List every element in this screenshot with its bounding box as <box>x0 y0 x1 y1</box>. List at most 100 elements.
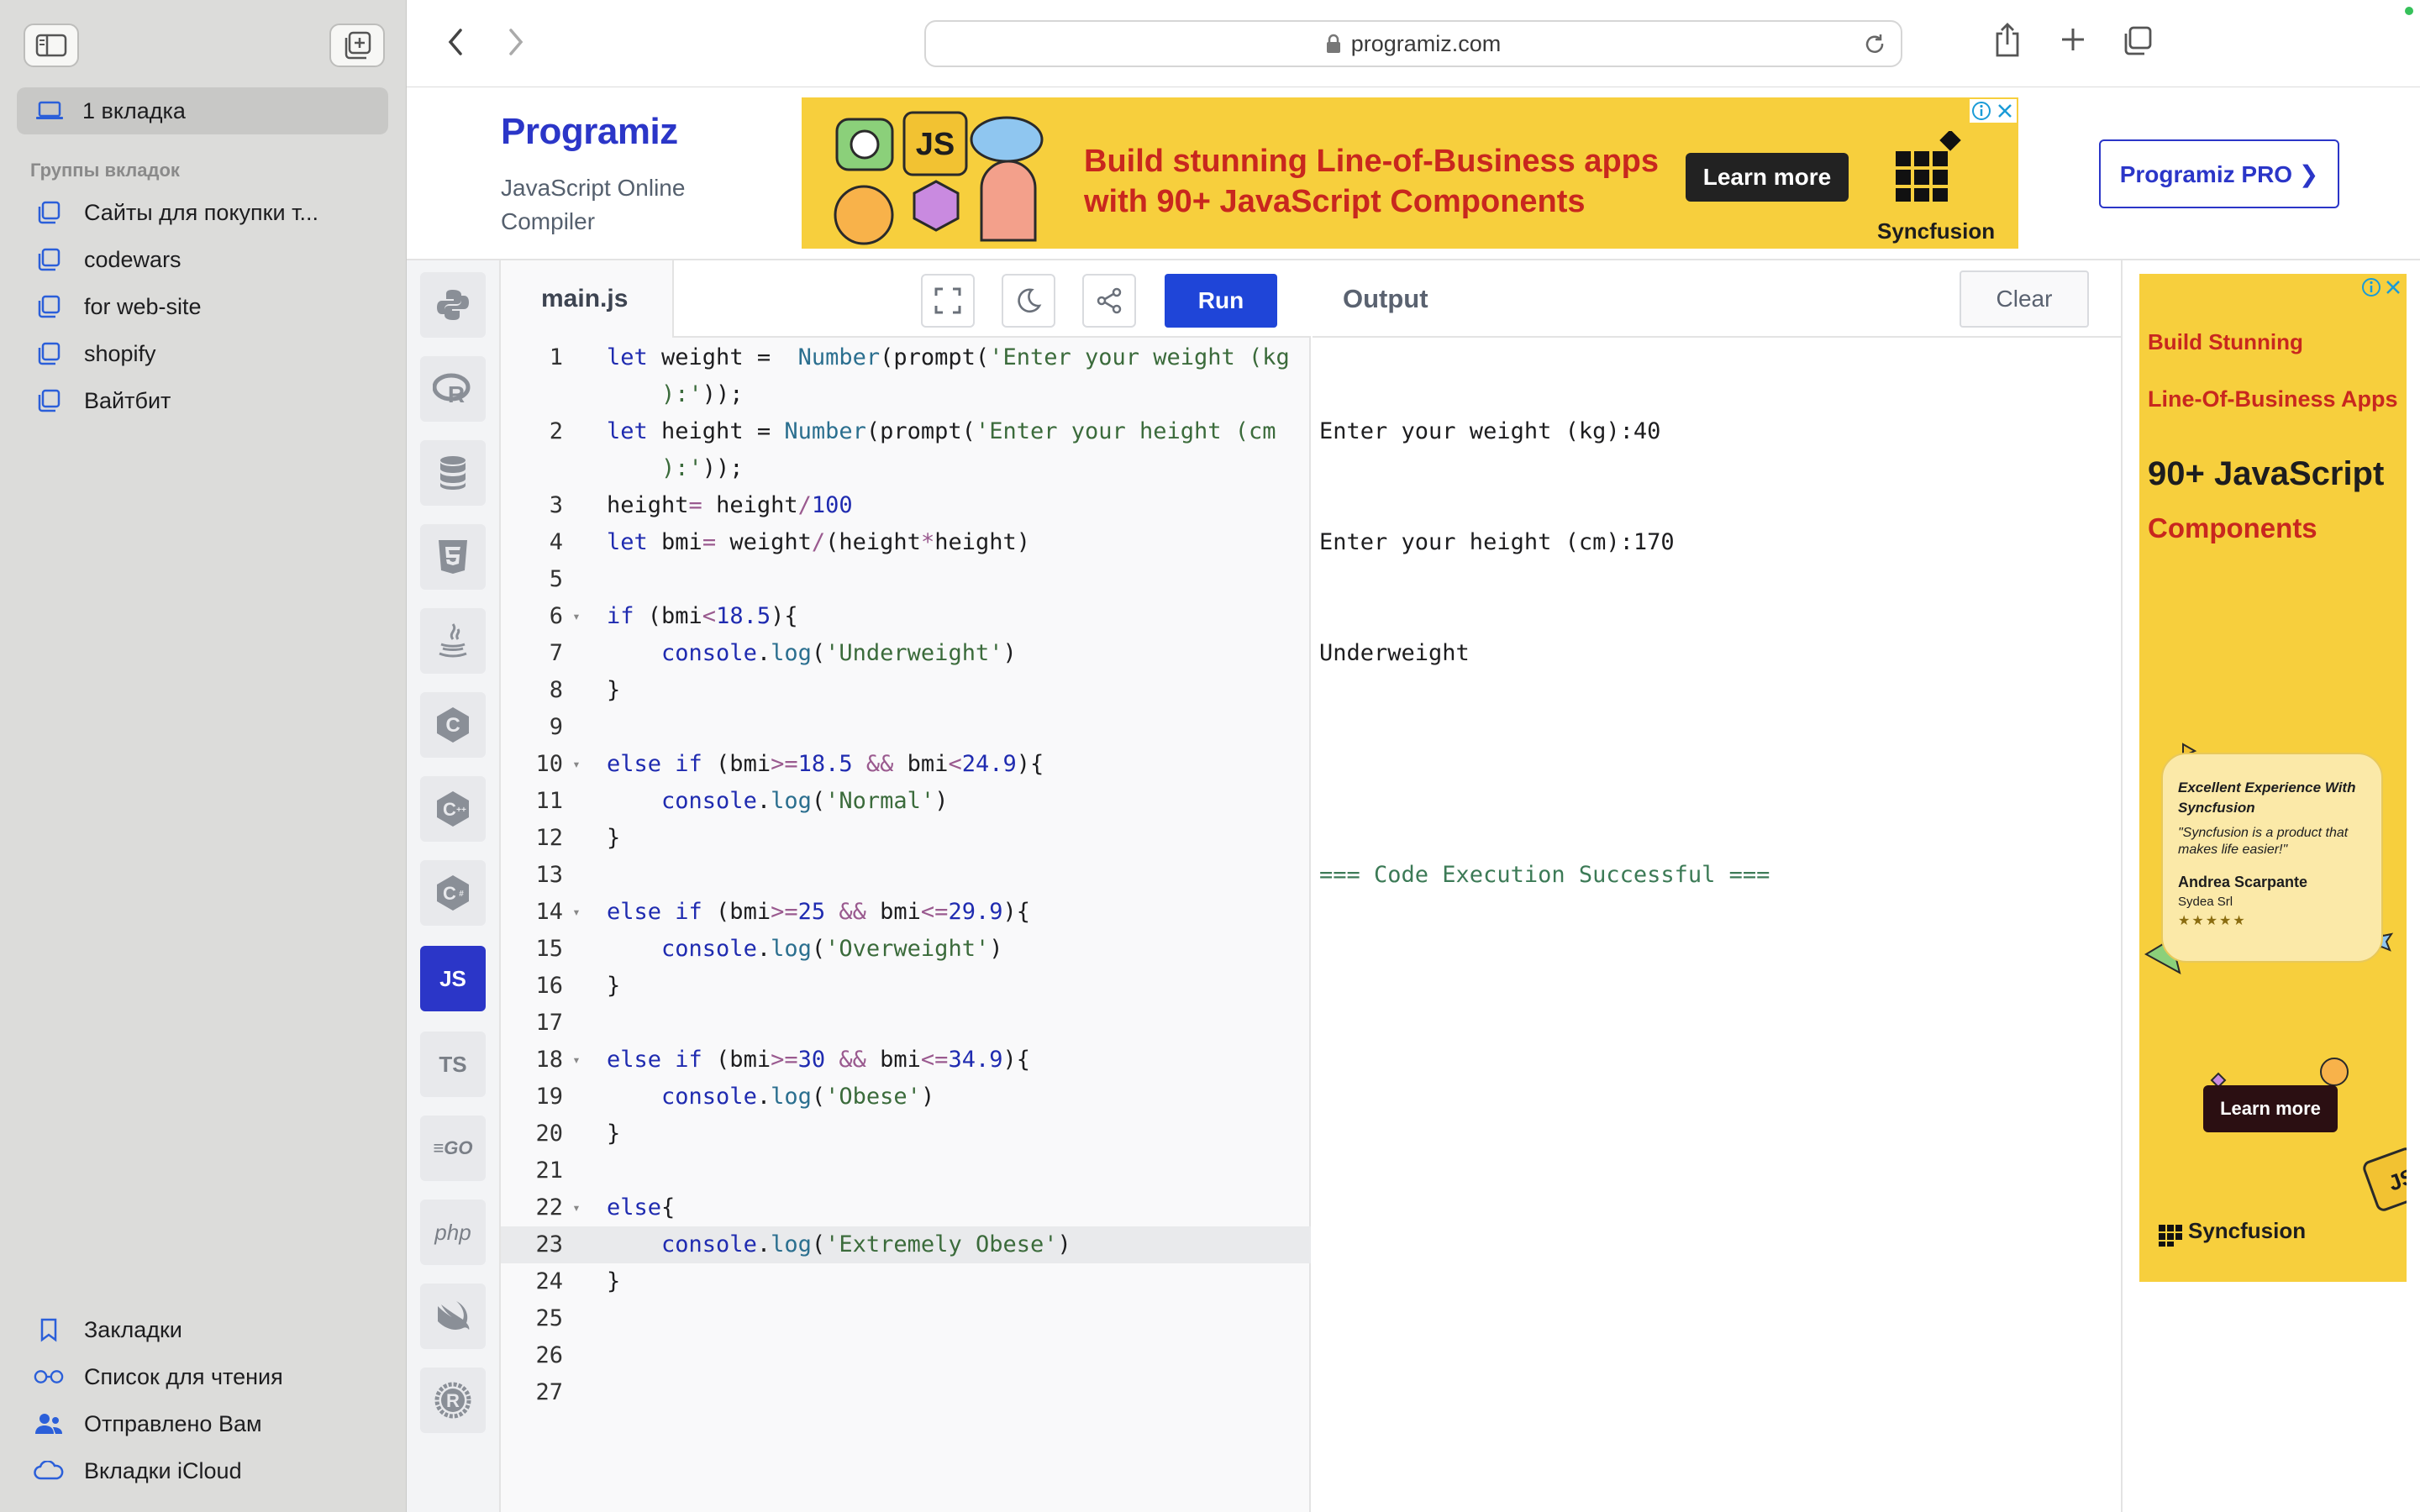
programiz-logo[interactable]: Programiz <box>501 111 678 153</box>
fullscreen-button[interactable] <box>921 274 975 328</box>
code-text: let bmi= weight/(height*height) <box>607 529 1030 555</box>
code-line[interactable]: 3 height= height/100 <box>501 487 1311 524</box>
back-button[interactable] <box>444 25 469 59</box>
sidebar-current-tab[interactable]: 1 вкладка <box>17 87 388 134</box>
sidebar-shared-with-you[interactable]: Отправлено Вам <box>34 1403 262 1445</box>
lang-rust-button[interactable]: R <box>420 1368 486 1433</box>
lang-r-button[interactable]: R <box>420 356 486 422</box>
code-line[interactable]: 10 ▾ else if (bmi>=18.5 && bmi<24.9){ <box>501 746 1311 783</box>
tab-overview-button[interactable] <box>2121 25 2153 57</box>
tab-group-item[interactable]: Вайтбит <box>34 380 171 422</box>
new-tab-group-button[interactable] <box>329 24 385 67</box>
lang-sql-button[interactable] <box>420 440 486 506</box>
fold-toggle-icon <box>563 672 590 709</box>
code-line[interactable]: 4 let bmi= weight/(height*height) <box>501 524 1311 561</box>
code-line[interactable]: 17 <box>501 1005 1311 1042</box>
code-line[interactable]: 14 ▾ else if (bmi>=25 && bmi<=29.9){ <box>501 894 1311 931</box>
lang-html-button[interactable] <box>420 524 486 590</box>
code-line[interactable]: 9 <box>501 709 1311 746</box>
theme-toggle-button[interactable] <box>1002 274 1055 328</box>
code-line[interactable]: 16} <box>501 968 1311 1005</box>
lang-cpp-button[interactable]: C ++ <box>420 776 486 842</box>
code-editor-pane: main.js Run 1 let weight = Number(prompt(… <box>501 260 1311 1512</box>
code-line[interactable]: 18 ▾ else if (bmi>=30 && bmi<=34.9){ <box>501 1042 1311 1079</box>
lang-php-button[interactable]: php <box>420 1200 486 1265</box>
fold-toggle-icon[interactable]: ▾ <box>563 598 590 635</box>
address-bar[interactable]: programiz.com <box>924 20 1902 67</box>
code-line[interactable]: 11 console.log('Normal') <box>501 783 1311 820</box>
code-line[interactable]: 5 <box>501 561 1311 598</box>
code-line[interactable]: 27 <box>501 1374 1311 1411</box>
code-line[interactable]: ):')); <box>501 450 1311 487</box>
sidebar-icloud-tabs[interactable]: Вкладки iCloud <box>34 1450 242 1492</box>
share-icon <box>1996 23 2019 57</box>
code-line[interactable]: 23 console.log('Extremely Obese') <box>501 1226 1311 1263</box>
programiz-pro-button[interactable]: Programiz PRO ❯ <box>2099 139 2339 208</box>
code-line[interactable]: ):')); <box>501 376 1311 413</box>
svg-text:C: C <box>443 883 456 904</box>
share-code-button[interactable] <box>1082 274 1136 328</box>
code-line[interactable]: 26 <box>501 1337 1311 1374</box>
code-line[interactable]: 6 ▾ if (bmi<18.5){ <box>501 598 1311 635</box>
share-button[interactable] <box>1993 22 2022 59</box>
sidebar-reading-list[interactable]: Список для чтения <box>34 1356 283 1398</box>
lang-js-button[interactable]: JS <box>420 946 486 1011</box>
fold-toggle-icon[interactable]: ▾ <box>563 894 590 931</box>
code-line[interactable]: 24} <box>501 1263 1311 1300</box>
ad-learn-more-button[interactable]: Learn more <box>1686 153 1849 202</box>
code-line[interactable]: 13 <box>501 857 1311 894</box>
code-line[interactable]: 2 let height = Number(prompt('Enter your … <box>501 413 1311 450</box>
code-area[interactable]: 1 let weight = Number(prompt('Enter your … <box>501 339 1311 1411</box>
tab-group-icon <box>38 201 60 224</box>
sidebar-bookmarks[interactable]: Закладки <box>34 1309 182 1351</box>
new-tab-button[interactable] <box>2059 25 2087 54</box>
output-console[interactable]: Enter your weight (kg):40 Enter your hei… <box>1319 339 1770 968</box>
ad-close-button[interactable] <box>1993 99 2017 123</box>
testimonial-company: Sydea Srl <box>2178 895 2233 909</box>
side-ad-info-button[interactable] <box>2360 276 2383 299</box>
tab-group-item[interactable]: codewars <box>34 239 182 281</box>
side-ad-learn-more-button[interactable]: Learn more <box>2203 1085 2338 1132</box>
tab-group-icon <box>38 389 60 412</box>
sidebar-bookmarks-label: Закладки <box>84 1316 182 1342</box>
lang-swift-button[interactable] <box>420 1284 486 1349</box>
lang-c-button[interactable]: C <box>420 692 486 758</box>
plus-icon <box>2062 29 2084 50</box>
code-line[interactable]: 20} <box>501 1116 1311 1152</box>
file-tab[interactable]: main.js <box>501 260 674 338</box>
ad-info-button[interactable] <box>1970 99 1993 123</box>
code-line[interactable]: 15 console.log('Overweight') <box>501 931 1311 968</box>
reload-button[interactable] <box>1864 34 1887 57</box>
tab-group-item[interactable]: for web-site <box>34 286 202 328</box>
side-ad-banner[interactable]: Build Stunning Line-Of-Business Apps 90+… <box>2139 274 2407 1282</box>
sidebar-toggle-button[interactable] <box>24 24 79 67</box>
side-ad-line4: Components <box>2148 512 2317 543</box>
tab-group-item[interactable]: shopify <box>34 333 156 375</box>
code-line[interactable]: 19 console.log('Obese') <box>501 1079 1311 1116</box>
lang-go-button[interactable]: ≡ GO <box>420 1116 486 1181</box>
clear-button[interactable]: Clear <box>1960 270 2089 328</box>
code-line[interactable]: 8} <box>501 672 1311 709</box>
lang-csharp-button[interactable]: C # <box>420 860 486 926</box>
run-button[interactable]: Run <box>1165 274 1277 328</box>
code-line[interactable]: 25 <box>501 1300 1311 1337</box>
fold-toggle-icon <box>563 450 590 487</box>
lang-python-button[interactable] <box>420 272 486 338</box>
top-ad-banner[interactable]: JS Build stunning Line-of-Business apps … <box>802 97 2018 249</box>
side-ad-close-button[interactable] <box>2381 276 2405 299</box>
fold-toggle-icon[interactable]: ▾ <box>563 746 590 783</box>
fold-toggle-icon[interactable]: ▾ <box>563 1189 590 1226</box>
lang-ts-button[interactable]: TS <box>420 1032 486 1097</box>
code-line[interactable]: 12} <box>501 820 1311 857</box>
lang-java-button[interactable] <box>420 608 486 674</box>
forward-button[interactable] <box>502 25 528 59</box>
fold-toggle-icon[interactable]: ▾ <box>563 1042 590 1079</box>
code-line[interactable]: 21 <box>501 1152 1311 1189</box>
database-icon <box>440 456 466 490</box>
tab-group-item[interactable]: Сайты для покупки т... <box>34 192 318 234</box>
java-icon <box>439 623 467 658</box>
output-pane: Output Clear Enter your weight (kg):40 E… <box>1313 260 2123 1512</box>
code-line[interactable]: 1 let weight = Number(prompt('Enter your … <box>501 339 1311 376</box>
code-line[interactable]: 7 console.log('Underweight') <box>501 635 1311 672</box>
code-line[interactable]: 22 ▾ else{ <box>501 1189 1311 1226</box>
